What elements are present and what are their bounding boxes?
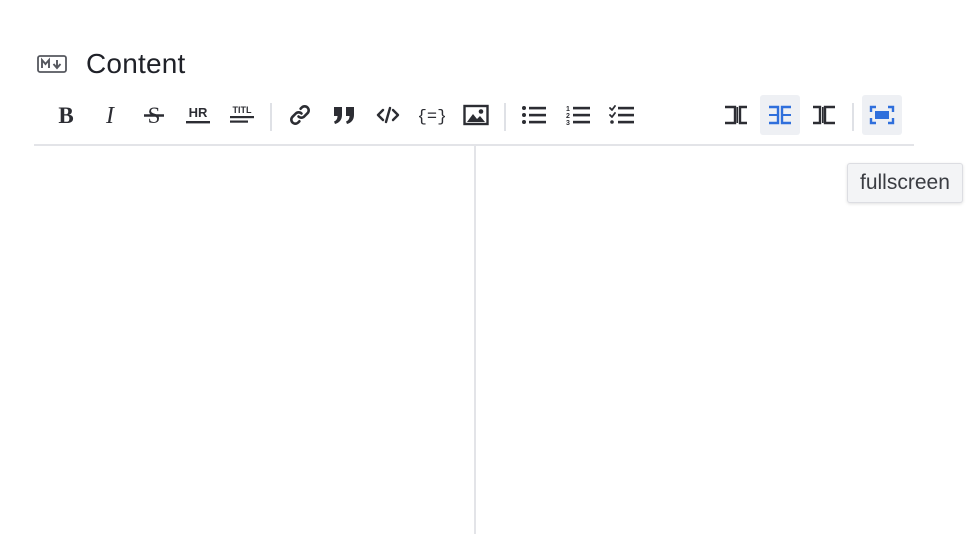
toolbar-separator — [270, 103, 272, 131]
preview-mode-button[interactable] — [804, 95, 844, 135]
svg-text:1: 1 — [566, 106, 570, 113]
image-button[interactable] — [456, 95, 496, 135]
svg-text:HR: HR — [189, 105, 208, 120]
code-button[interactable] — [368, 95, 408, 135]
quote-button[interactable] — [324, 95, 364, 135]
preview-mode-icon — [813, 105, 835, 125]
markdown-editor: Content B I S HR TITL — [0, 0, 970, 534]
code-block-icon: {=} — [419, 108, 445, 126]
unordered-list-button[interactable] — [514, 95, 554, 135]
edit-mode-button[interactable] — [716, 95, 756, 135]
preview-pane — [476, 146, 914, 534]
quote-icon — [334, 107, 354, 124]
horizontal-rule-icon: HR — [186, 105, 210, 124]
edit-mode-icon — [725, 105, 747, 125]
fullscreen-tooltip: fullscreen — [847, 163, 963, 203]
heading-button[interactable]: TITL — [222, 95, 262, 135]
markdown-icon — [37, 55, 67, 73]
horizontal-rule-button[interactable]: HR — [178, 95, 218, 135]
svg-text:B: B — [58, 104, 73, 126]
link-button[interactable] — [280, 95, 320, 135]
code-icon — [376, 106, 400, 124]
image-icon — [463, 104, 489, 126]
field-header: Content — [37, 44, 185, 84]
svg-text:3: 3 — [566, 120, 570, 126]
svg-text:I: I — [105, 104, 115, 126]
task-list-button[interactable] — [602, 95, 642, 135]
heading-icon: TITL — [230, 105, 254, 123]
svg-text:TITL: TITL — [233, 105, 252, 115]
link-icon — [290, 105, 310, 125]
ordered-list-button[interactable]: 1 2 3 — [558, 95, 598, 135]
svg-text:{=}: {=} — [419, 108, 445, 126]
bold-icon: B — [58, 104, 73, 126]
italic-button[interactable]: I — [90, 95, 130, 135]
unordered-list-icon — [522, 106, 546, 124]
toolbar-separator — [852, 103, 854, 131]
task-list-icon — [609, 105, 634, 124]
split-view-button[interactable] — [760, 95, 800, 135]
ordered-list-icon: 1 2 3 — [566, 106, 590, 126]
fullscreen-icon — [869, 105, 895, 125]
editor-pane[interactable] — [34, 146, 474, 534]
split-view-icon — [769, 105, 791, 125]
toolbar-separator — [504, 103, 506, 131]
strikethrough-icon: S — [144, 103, 164, 127]
bold-button[interactable]: B — [46, 95, 86, 135]
fullscreen-button[interactable] — [862, 95, 902, 135]
italic-icon: I — [105, 104, 115, 126]
field-title: Content — [86, 48, 186, 79]
svg-text:2: 2 — [566, 113, 570, 120]
code-block-button[interactable]: {=} — [412, 95, 452, 135]
editor-toolbar: B I S HR TITL — [34, 93, 914, 137]
strikethrough-button[interactable]: S — [134, 95, 174, 135]
